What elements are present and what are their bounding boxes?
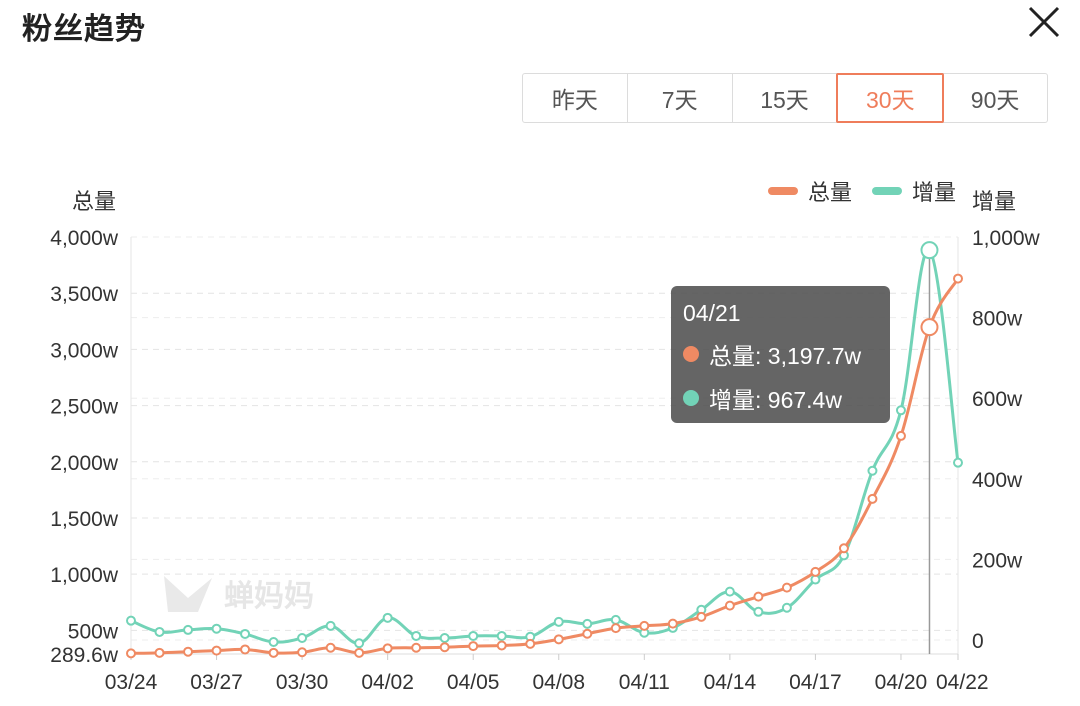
increase-data-point [297,632,308,643]
increase-data-point [325,620,336,631]
total-data-point [582,628,593,639]
increase-data-point [154,626,165,637]
left-tick-label: 289.6w [50,644,119,667]
right-tick-label: 1,000w [972,227,1041,250]
increase-data-point [240,628,251,639]
tooltip-increase-value: 增量: 967.4w [709,387,842,413]
right-tick-label: 800w [972,308,1023,331]
fans-trend-chart: 289.6w500w 1,000w 1,500w 2,000w 2,500w 3,000w… [50,227,1041,694]
total-data-point [781,582,792,593]
left-tick-label: 2,500w [50,396,119,419]
total-data-point [325,642,336,653]
x-tick-label: 04/14 [704,671,757,694]
total-data-point [268,647,279,658]
left-tick-label: 1,500w [50,508,119,531]
left-tick-label: 3,500w [50,283,119,306]
total-data-point [126,648,136,659]
left-tick-label: 1,000w [50,564,119,587]
total-data-point [867,493,878,504]
total-data-point [953,273,963,284]
total-data-point [610,623,621,634]
increase-data-point [582,618,593,629]
total-data-point [354,647,365,658]
increase-data-point [953,457,963,468]
increase-data-point [211,623,222,634]
total-data-point [667,618,678,629]
total-data-point [553,634,564,645]
total-data-point [895,430,906,441]
right-tick-label: 600w [972,388,1023,411]
total-data-point [297,647,308,658]
left-tick-label: 4,000w [50,227,119,250]
increase-data-point [126,615,136,626]
total-highlight-point [920,318,939,337]
left-tick-label: 3,000w [50,339,119,362]
total-data-point [183,646,194,657]
tooltip-increase-row: 增量: 967.4w [683,381,878,415]
increase-data-point [895,405,906,416]
tooltip-increase-dot [683,390,699,406]
increase-data-point [753,606,764,617]
total-data-point [411,642,422,653]
increase-data-point [610,614,621,625]
total-data-point [753,591,764,602]
increase-data-point [867,465,878,476]
right-tick-label: 200w [972,549,1023,572]
x-tick-label: 03/27 [190,671,243,694]
x-tick-label: 03/24 [105,671,158,694]
total-data-point [525,638,536,649]
x-tick-label: 04/20 [875,671,928,694]
left-tick-label: 500w [68,620,119,643]
left-tick-label: 2,000w [50,452,119,475]
increase-data-point [724,586,735,597]
total-data-point [696,611,707,622]
x-tick-label: 04/11 [619,671,670,694]
total-data-point [468,641,479,652]
x-tick-label: 04/17 [789,671,842,694]
total-data-point [838,543,849,554]
x-tick-label: 04/05 [447,671,500,694]
increase-data-point [553,616,564,627]
increase-data-point [183,624,194,635]
increase-data-point [439,632,450,643]
tooltip-total-dot [683,346,699,362]
tooltip-date: 04/21 [683,300,741,326]
increase-data-point [781,602,792,613]
increase-data-point [496,630,507,641]
right-tick-label: 400w [972,469,1023,492]
increase-data-point [382,612,393,623]
increase-data-point [354,638,365,649]
tooltip-total-value: 总量: 3,197.7w [709,343,862,369]
tooltip-total-row: 总量: 3,197.7w [683,337,878,371]
x-tick-label: 03/30 [276,671,329,694]
increase-data-point [411,630,422,641]
total-data-point [810,566,821,577]
tooltip: 04/21 总量: 3,197.7w 增量: 967.4w [671,286,890,423]
total-data-point [639,620,650,631]
total-data-point [382,643,393,654]
total-data-point [496,640,507,651]
total-data-point [211,645,222,656]
total-data-point [154,647,165,658]
x-tick-label: 04/02 [361,671,414,694]
right-tick-label: 0 [972,630,984,653]
increase-highlight-point [920,241,939,260]
total-data-point [724,600,735,611]
increase-data-point [468,630,479,641]
increase-data-point [268,637,279,648]
x-tick-label: 04/22 [936,671,989,694]
x-tick-label: 04/08 [532,671,585,694]
total-data-point [240,644,251,655]
total-data-point [439,642,450,653]
